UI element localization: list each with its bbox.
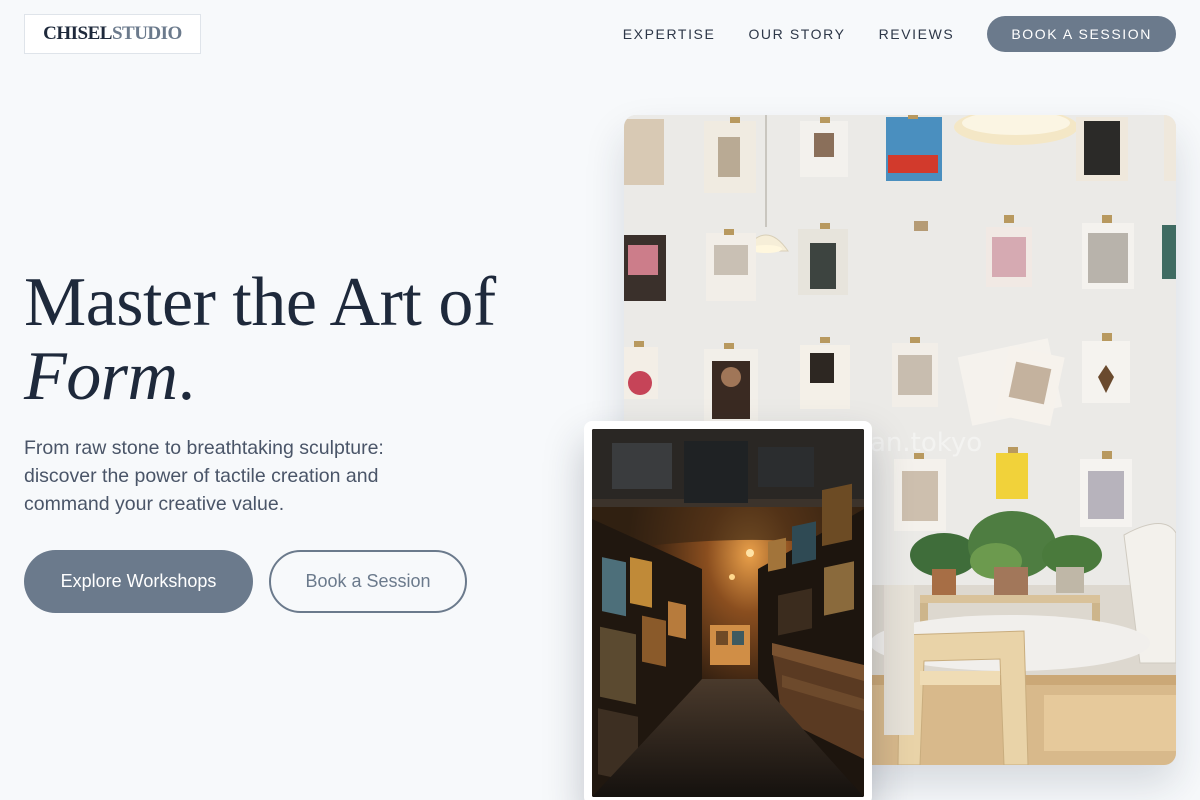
hero-inset-image [584,421,872,800]
brand-name-secondary: STUDIO [111,23,182,44]
svg-text:an.tokyo: an.tokyo [870,428,982,458]
hero-title: Master the Art of Form. [24,266,496,414]
book-session-button[interactable]: Book a Session [269,550,467,613]
main-nav: EXPERTISE OUR STORY REVIEWS BOOK A SESSI… [623,16,1176,52]
hero-title-punct: . [177,338,196,415]
nav-book-session-button[interactable]: BOOK A SESSION [987,16,1176,52]
hero-title-emphasis: Form [24,338,178,415]
nav-link-expertise[interactable]: EXPERTISE [623,26,716,42]
nav-link-our-story[interactable]: OUR STORY [748,26,845,42]
nav-link-reviews[interactable]: REVIEWS [879,26,955,42]
hero-subtitle: From raw stone to breathtaking sculpture… [24,437,384,515]
explore-workshops-button[interactable]: Explore Workshops [24,550,253,613]
brand-name-primary: CHISEL [43,23,112,44]
hero-title-line1: Master the Art of [24,264,496,341]
brand-logo[interactable]: CHISEL STUDIO [24,14,201,54]
